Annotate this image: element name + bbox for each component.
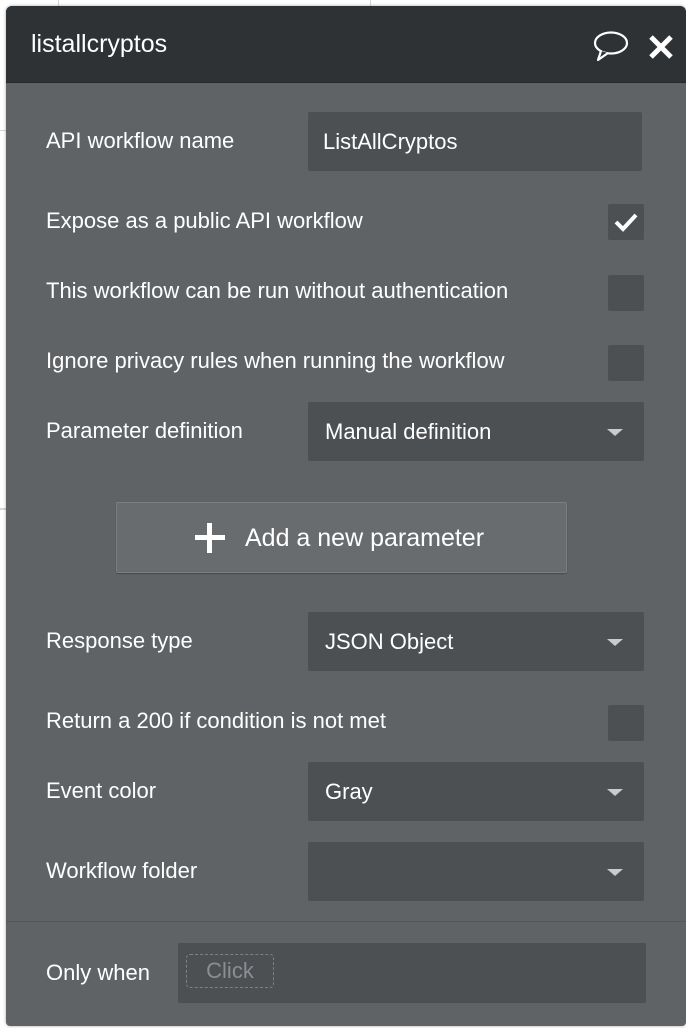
parameter-definition-dropdown[interactable]: Manual definition (308, 402, 644, 461)
expose-public-checkbox[interactable] (608, 204, 644, 240)
ignore-privacy-label: Ignore privacy rules when running the wo… (46, 348, 505, 373)
event-color-value: Gray (325, 779, 373, 804)
panel-title: listallcryptos (31, 30, 168, 58)
add-parameter-button[interactable]: Add a new parameter (116, 502, 567, 573)
event-color-label: Event color (46, 778, 157, 803)
response-type-dropdown[interactable]: JSON Object (308, 612, 644, 671)
workflow-properties-panel: listallcryptos API workflow name ListAll… (6, 6, 686, 1026)
only-when-click-placeholder[interactable]: Click (186, 954, 274, 988)
ignore-privacy-checkbox[interactable] (608, 345, 644, 381)
run-without-auth-checkbox[interactable] (608, 275, 644, 311)
add-parameter-label: Add a new parameter (245, 524, 485, 552)
run-without-auth-label: This workflow can be run without authent… (46, 278, 509, 303)
panel-titlebar: listallcryptos (6, 6, 686, 83)
api-workflow-name-input[interactable]: ListAllCryptos (308, 112, 642, 171)
only-when-label: Only when (46, 960, 150, 985)
chevron-down-icon (607, 429, 623, 436)
expose-public-label: Expose as a public API workflow (46, 208, 363, 233)
api-workflow-name-label: API workflow name (46, 128, 235, 153)
close-icon[interactable] (646, 32, 676, 62)
only-when-condition-field[interactable]: Click (178, 943, 646, 1003)
response-type-value: JSON Object (325, 629, 454, 654)
chevron-down-icon (607, 869, 623, 876)
parameter-definition-value: Manual definition (325, 419, 492, 444)
chevron-down-icon (607, 789, 623, 796)
return-200-checkbox[interactable] (608, 705, 644, 741)
workflow-folder-label: Workflow folder (46, 858, 198, 883)
chevron-down-icon (607, 639, 623, 646)
event-color-dropdown[interactable]: Gray (308, 762, 644, 821)
parameter-definition-label: Parameter definition (46, 418, 243, 443)
workflow-folder-dropdown[interactable] (308, 842, 644, 901)
comment-icon[interactable] (592, 30, 630, 64)
plus-icon (195, 523, 225, 553)
section-divider (6, 921, 686, 922)
return-200-label: Return a 200 if condition is not met (46, 708, 386, 733)
check-icon (614, 213, 638, 232)
response-type-label: Response type (46, 628, 193, 653)
